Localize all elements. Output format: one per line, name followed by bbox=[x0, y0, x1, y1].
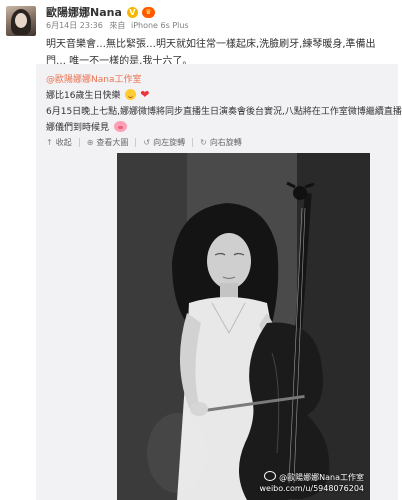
rotate-right-label: 向右旋轉 bbox=[209, 137, 242, 147]
verified-badge-icon[interactable]: V bbox=[126, 6, 138, 18]
vip-crown-icon[interactable]: ♛ bbox=[141, 6, 155, 18]
image-toolbar: ↑ 收起 ⊕ 查看大圖 ↺ 向左旋轉 ↻ 向右旋轉 bbox=[46, 135, 242, 149]
view-large-label: 查看大圖 bbox=[96, 137, 129, 147]
watermark-user: @歐陽娜娜Nana工作室 bbox=[279, 473, 364, 482]
photo-illustration bbox=[117, 153, 370, 500]
post-timestamp[interactable]: 6月14日 23:36 bbox=[46, 21, 103, 30]
user-name[interactable]: 歐陽娜娜Nana bbox=[46, 4, 122, 20]
repost-line-livestream: 6月15日晚上七點,娜娜微博將同步直播生日演奏會後台實況,八點將在工作室微博繼續… bbox=[46, 107, 402, 117]
pig-emoji-icon bbox=[113, 121, 127, 132]
photo-watermark: @歐陽娜娜Nana工作室 weibo.com/u/5948076204 bbox=[259, 471, 364, 494]
repost-line-see-you: 娜儀們到時候見 bbox=[46, 120, 127, 133]
view-large-button[interactable]: ⊕ 查看大圖 bbox=[87, 137, 129, 148]
repost-author-link[interactable]: @歐陽娜娜Nana工作室 bbox=[46, 75, 141, 85]
weibo-post: 歐陽娜娜Nana V ♛ 6月14日 23:36 來自 iPhone 6s Pl… bbox=[0, 0, 402, 500]
repost-line-birthday: 娜比16歲生日快樂 ❤ bbox=[46, 88, 149, 101]
avatar[interactable] bbox=[6, 6, 36, 36]
repost-line-birthday-text: 娜比16歲生日快樂 bbox=[46, 91, 121, 101]
post-meta: 6月14日 23:36 來自 iPhone 6s Plus bbox=[46, 20, 189, 31]
rotate-right-icon: ↻ bbox=[200, 137, 207, 147]
user-row: 歐陽娜娜Nana V ♛ bbox=[46, 4, 155, 20]
repost-box: @歐陽娜娜Nana工作室 娜比16歲生日快樂 ❤ 6月15日晚上七點,娜娜微博將… bbox=[36, 64, 402, 500]
watermark-url: weibo.com/u/5948076204 bbox=[259, 484, 364, 493]
smile-emoji-icon bbox=[125, 89, 137, 100]
toolbar-divider bbox=[135, 137, 137, 147]
repost-author-line: @歐陽娜娜Nana工作室 bbox=[46, 72, 141, 85]
post-photo[interactable]: @歐陽娜娜Nana工作室 weibo.com/u/5948076204 bbox=[117, 153, 370, 500]
heart-emoji-icon: ❤ bbox=[140, 88, 150, 101]
rotate-left-button[interactable]: ↺ 向左旋轉 bbox=[143, 137, 185, 148]
toolbar-divider bbox=[78, 137, 80, 147]
collapse-icon: ↑ bbox=[46, 137, 53, 147]
collapse-button[interactable]: ↑ 收起 bbox=[46, 137, 72, 148]
collapse-label: 收起 bbox=[55, 137, 72, 147]
toolbar-divider bbox=[192, 137, 194, 147]
repost-line-see-you-text: 娜儀們到時候見 bbox=[46, 123, 110, 133]
rotate-right-button[interactable]: ↻ 向右旋轉 bbox=[200, 137, 242, 148]
rotate-left-icon: ↺ bbox=[143, 137, 151, 147]
weibo-logo-icon bbox=[264, 471, 277, 481]
post-source[interactable]: iPhone 6s Plus bbox=[131, 21, 189, 30]
rotate-left-label: 向左旋轉 bbox=[153, 137, 186, 147]
avatar-face bbox=[15, 13, 27, 28]
source-prefix: 來自 bbox=[109, 21, 126, 30]
magnify-icon: ⊕ bbox=[86, 137, 94, 147]
